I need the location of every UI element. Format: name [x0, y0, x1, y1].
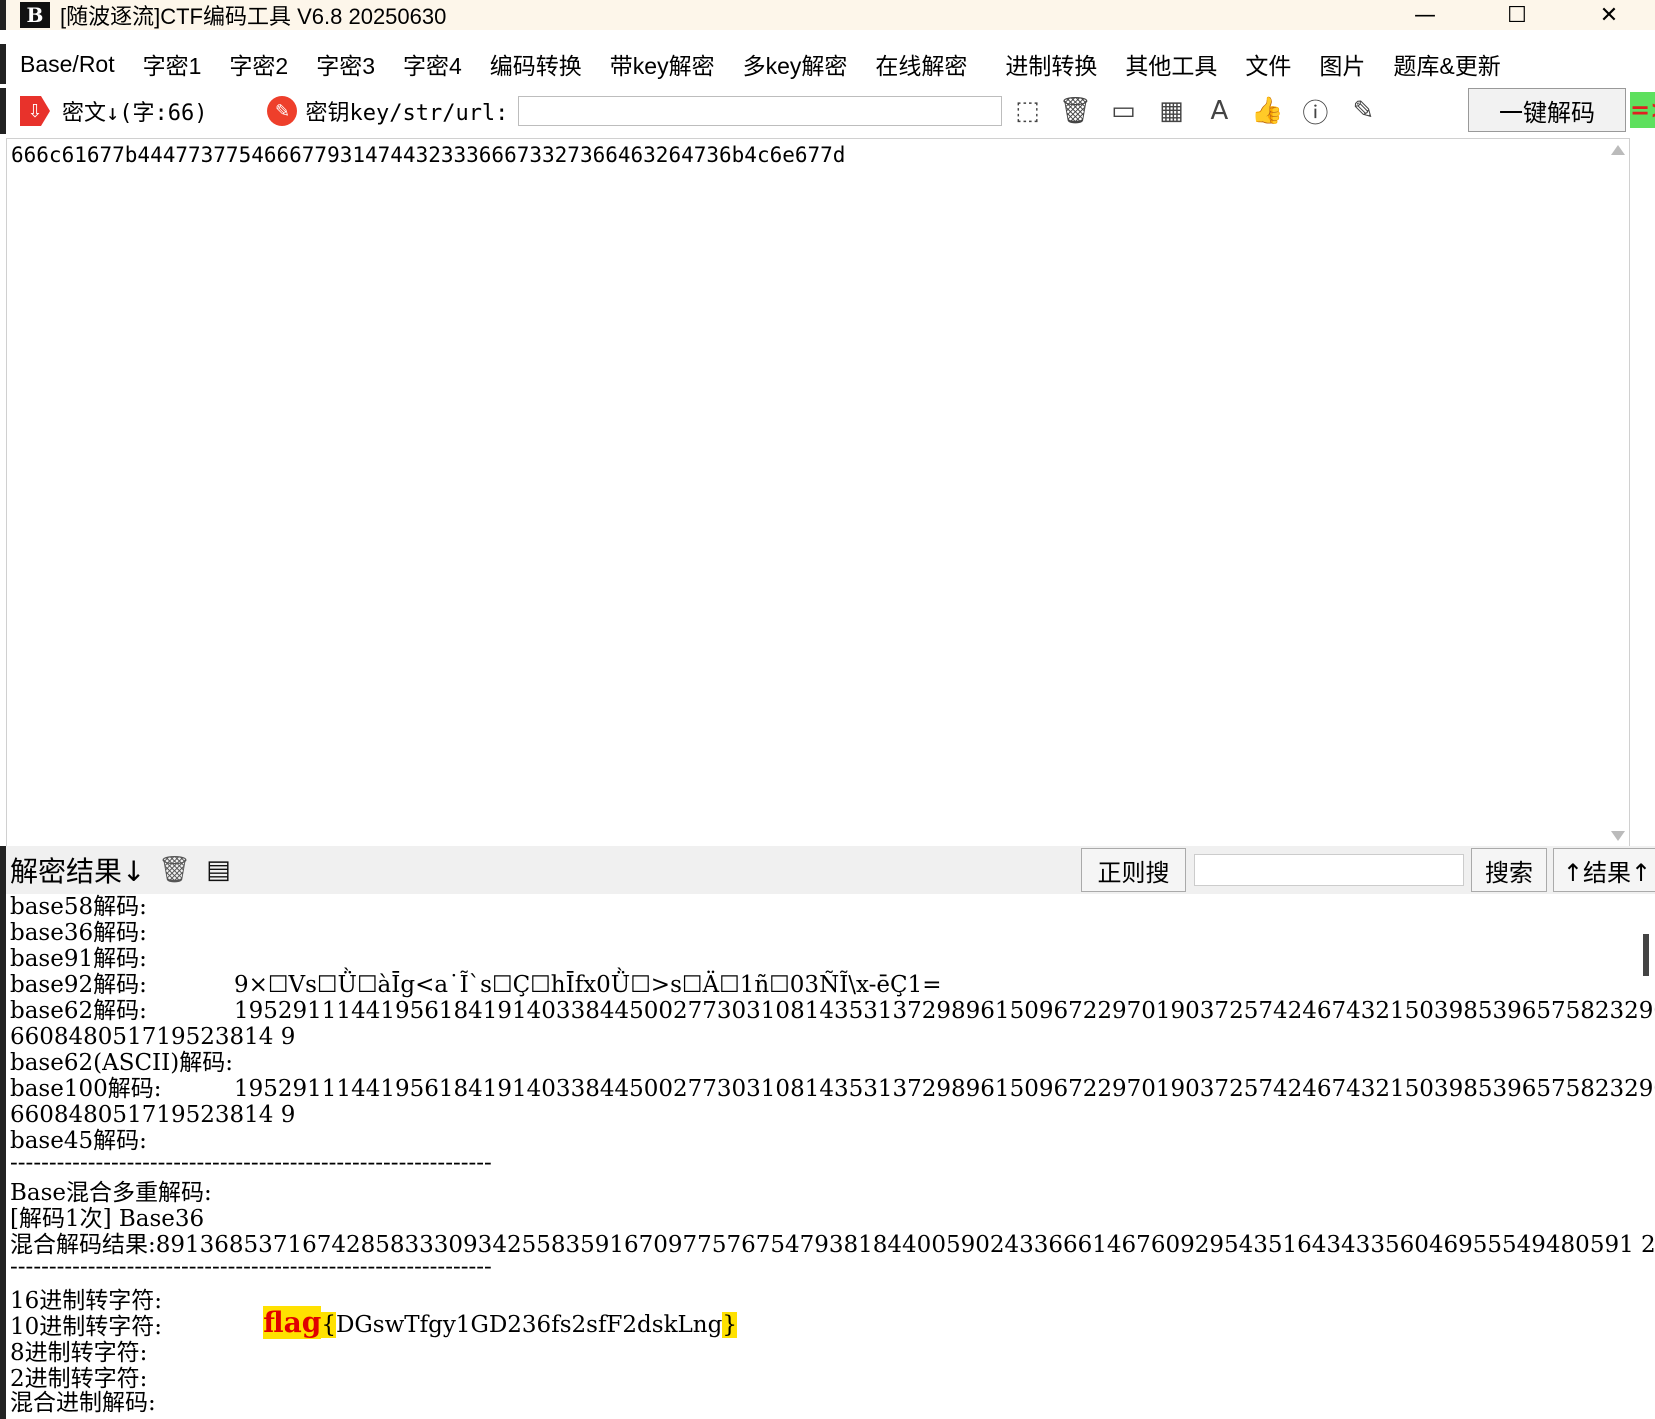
terminal-icon[interactable]: ▭	[1106, 94, 1140, 128]
calculator-icon[interactable]: ▦	[1154, 94, 1188, 128]
flag-body: DGswTfgy1GD236fs2sfF2dskLng	[335, 1312, 723, 1338]
output-line-label: 660848051719523814 9	[10, 1102, 296, 1128]
menu-zimi2[interactable]: 字密2	[229, 47, 288, 81]
result-label: 解密结果↓	[10, 855, 146, 888]
output-line-value: 9×☐Vs☐Ǜ☐àĪg<a˙Ĩ`s☐Ç☐hĪfx0Ǜ☐>s☐Ä☐1ñ☐03ÑĨ\…	[234, 972, 942, 998]
cipher-text-area[interactable]: 666c61677b444773775466677931474432333666…	[6, 138, 1630, 848]
cipher-label: 密文↓(字:66)	[62, 101, 208, 126]
hex-to-char-label: 16进制转字符:	[10, 1288, 163, 1314]
output-line-label: base100解码:	[10, 1076, 162, 1102]
output-line-label: 660848051719523814 9	[10, 1024, 296, 1050]
maximize-button[interactable]: ☐	[1471, 0, 1563, 30]
cipher-arrow-icon: ⇩	[20, 96, 50, 126]
clear-result-trash-icon[interactable]: 🗑	[158, 855, 191, 885]
trash-icon[interactable]: 🗑	[1058, 94, 1092, 128]
output-line-label: base92解码:	[10, 972, 147, 998]
regex-search-button[interactable]: 正则搜	[1081, 848, 1186, 892]
toolbar: ⇩ 密文↓(字:66) ✎ 密钥key/str/url: ⬚ 🗑 ▭ ▦ A 👍…	[0, 88, 1655, 134]
menu-file[interactable]: 文件	[1245, 47, 1291, 81]
output-line-label: base58解码:	[10, 894, 147, 920]
flag-result: flag{DGswTfgy1GD236fs2sfF2dskLng}	[234, 1284, 737, 1364]
menu-base-rot[interactable]: Base/Rot	[20, 51, 115, 78]
green-expand-tab[interactable]: =>	[1630, 92, 1655, 128]
window-title: [随波逐流]CTF编码工具 V6.8 20250630	[60, 4, 447, 29]
scroll-down-arrow[interactable]	[1611, 831, 1625, 841]
output-scrollbar-thumb[interactable]	[1643, 934, 1649, 976]
output-line-label: base36解码:	[10, 920, 147, 946]
scroll-up-arrow[interactable]	[1611, 145, 1625, 155]
output-line-label: base91解码:	[10, 946, 147, 972]
oct-to-char-label: 8进制转字符:	[10, 1340, 148, 1366]
bin-to-char-label: 2进制转字符:	[10, 1366, 148, 1392]
menu-base-convert[interactable]: 进制转换	[1005, 47, 1097, 81]
result-nav-button[interactable]: ↑结果↑	[1553, 848, 1655, 892]
thumbs-up-icon[interactable]: 👍	[1250, 94, 1284, 128]
font-icon[interactable]: A	[1202, 94, 1236, 128]
copy-result-icon[interactable]: ▤	[203, 855, 233, 885]
flag-close-brace: }	[722, 1312, 737, 1338]
window-controls: — ☐ ✕	[1379, 0, 1655, 30]
app-logo-icon: B	[20, 2, 50, 28]
output-line-value: 1952911144195618419140338445002773031081…	[234, 998, 1655, 1024]
separator-line: ----------------------------------------…	[10, 1254, 492, 1280]
one-key-decode-button[interactable]: 一键解码	[1468, 88, 1626, 132]
menu-zimi4[interactable]: 字密4	[403, 47, 462, 81]
menu-zimi3[interactable]: 字密3	[316, 47, 375, 81]
menu-bar: Base/Rot 字密1 字密2 字密3 字密4 编码转换 带key解密 多ke…	[0, 44, 1655, 84]
search-input[interactable]	[1194, 854, 1464, 886]
dec-to-char-label: 10进制转字符:	[10, 1314, 163, 1340]
key-eraser-icon[interactable]: ✎	[267, 96, 298, 126]
close-button[interactable]: ✕	[1563, 0, 1655, 30]
menu-online-decrypt[interactable]: 在线解密	[875, 47, 967, 81]
edit-icon[interactable]: ✎	[1346, 94, 1380, 128]
select-cursor-icon[interactable]: ⬚	[1010, 94, 1044, 128]
key-label: 密钥key/str/url:	[305, 101, 509, 126]
output-text-area[interactable]: base58解码: base36解码: base91解码: base92解码: …	[0, 894, 1655, 1419]
minimize-button[interactable]: —	[1379, 0, 1471, 30]
search-button[interactable]: 搜索	[1471, 848, 1547, 892]
output-line-value: 1952911144195618419140338445002773031081…	[234, 1076, 1655, 1102]
menu-key-decrypt[interactable]: 带key解密	[610, 47, 715, 81]
menu-multikey-decrypt[interactable]: 多key解密	[743, 47, 848, 81]
menu-question-bank[interactable]: 题库&更新	[1393, 47, 1500, 81]
menu-image[interactable]: 图片	[1319, 47, 1365, 81]
mixed-decode-title: Base混合多重解码:	[10, 1180, 212, 1206]
output-line-label: base62解码:	[10, 998, 147, 1024]
menu-encoding[interactable]: 编码转换	[490, 47, 582, 81]
menu-other-tools[interactable]: 其他工具	[1125, 47, 1217, 81]
mixed-decode-step: [解码1次] Base36	[10, 1206, 205, 1232]
result-bar: 解密结果↓ 🗑 ▤ 正则搜 搜索 ↑结果↑	[0, 846, 1655, 894]
mixed-base-label: 混合进制解码:	[10, 1390, 156, 1416]
title-bar: B [随波逐流]CTF编码工具 V6.8 20250630 — ☐ ✕	[0, 0, 1655, 30]
key-input[interactable]	[518, 96, 1003, 126]
cipher-text: 666c61677b444773775466677931474432333666…	[11, 143, 846, 167]
flag-keyword: flag	[263, 1306, 322, 1339]
menu-zimi1[interactable]: 字密1	[143, 47, 202, 81]
cipher-scrollbar[interactable]	[1607, 139, 1629, 847]
separator-line: ----------------------------------------…	[10, 1150, 492, 1176]
output-line-label: base62(ASCII)解码:	[10, 1050, 233, 1076]
help-icon[interactable]: ⓘ	[1298, 94, 1332, 129]
flag-open-brace: {	[321, 1312, 336, 1338]
